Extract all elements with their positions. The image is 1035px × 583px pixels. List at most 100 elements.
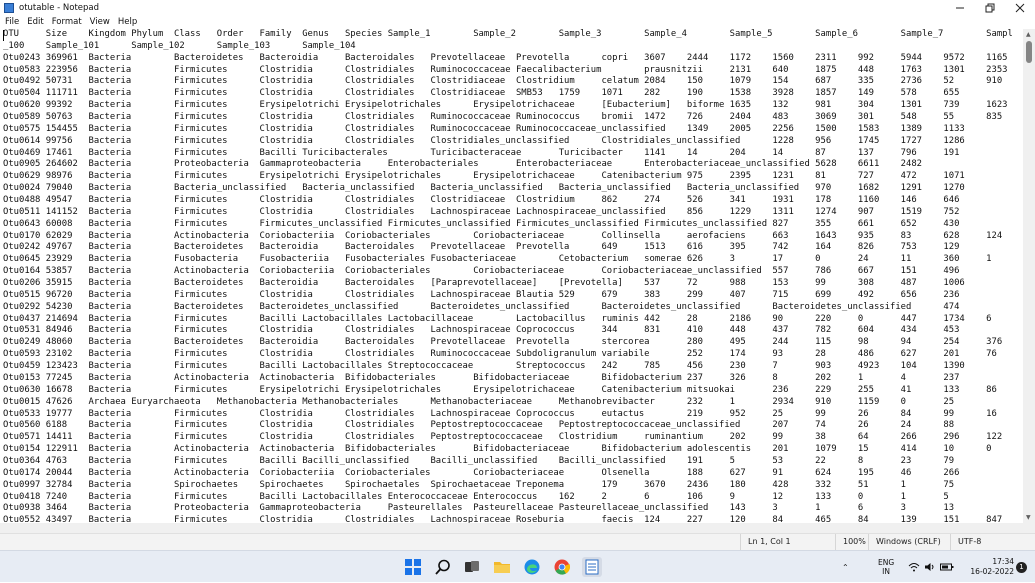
- chevron-up-icon[interactable]: ⌃: [842, 563, 849, 572]
- text-line: Otu0511 141152 Bacteria Firmicutes Clost…: [3, 206, 960, 217]
- text-line: Otu0630 16678 Bacteria Firmicutes Erysip…: [3, 384, 997, 395]
- text-line: Otu0997 32784 Bacteria Spirochaetes Spir…: [3, 479, 955, 490]
- clock-time: 17:34: [992, 557, 1014, 566]
- text-line: Otu0459 123423 Bacteria Firmicutes Bacil…: [3, 361, 965, 372]
- language-secondary: IN: [882, 567, 890, 576]
- file-explorer-icon: [494, 562, 510, 573]
- text-line: Otu0170 62029 Bacteria Actinobacteria Co…: [3, 230, 1003, 241]
- clock[interactable]: 17:34 16-02-2022: [970, 551, 1014, 583]
- menu-help[interactable]: Help: [114, 17, 141, 27]
- text-line: Otu0533 19777 Bacteria Firmicutes Clostr…: [3, 408, 997, 419]
- speaker-icon: [925, 563, 934, 571]
- network-indicator[interactable]: [908, 551, 920, 583]
- text-line: Otu0242 49767 Bacteria Bacteroidetes Bac…: [3, 242, 960, 253]
- maximize-button[interactable]: [975, 0, 1005, 15]
- text-line: OTU Size Kingdom Phylum Class Order Fami…: [3, 29, 1013, 39]
- notepad-icon: [4, 2, 14, 13]
- menu-view[interactable]: View: [86, 17, 114, 27]
- language-indicator[interactable]: ENG IN: [878, 551, 894, 583]
- text-caret: [3, 30, 4, 41]
- text-line: Otu0437 214694 Bacteria Firmicutes Bacil…: [3, 313, 992, 324]
- scroll-thumb[interactable]: [1026, 41, 1032, 63]
- menu-bar: File Edit Format View Help: [0, 15, 1035, 29]
- search-icon: [435, 559, 450, 575]
- text-line: Otu0206 35915 Bacteria Bacteroidetes Bac…: [3, 278, 965, 289]
- text-line: Otu0938 3464 Bacteria Proteobacteria Gam…: [3, 503, 955, 514]
- text-line: Otu0531 84946 Bacteria Firmicutes Clostr…: [3, 325, 960, 336]
- text-line: Otu0154 122911 Bacteria Actinobacteria A…: [3, 444, 992, 455]
- text-line: Otu0552 43497 Bacteria Firmicutes Clostr…: [3, 515, 1003, 523]
- menu-file[interactable]: File: [0, 17, 23, 27]
- text-line: _100 Sample_101 Sample_102 Sample_103 Sa…: [3, 40, 356, 51]
- text-line: Otu0024 79040 Bacteria Bacteria_unclassi…: [3, 183, 965, 194]
- notification-button[interactable]: 1: [1016, 551, 1027, 583]
- title-bar: otutable - Notepad: [0, 0, 1035, 15]
- text-line: Otu0292 54230 Bacteria Bacteroidetes Bac…: [3, 301, 960, 312]
- edge-button[interactable]: [522, 557, 542, 577]
- encoding: UTF-8: [950, 534, 1018, 550]
- text-line: Otu0153 77245 Bacteria Actinobacteria Ac…: [3, 372, 960, 383]
- text-line: Otu0174 20044 Bacteria Actinobacteria Co…: [3, 467, 960, 478]
- text-line: Otu0492 50731 Bacteria Firmicutes Clostr…: [3, 76, 1003, 87]
- cursor-position: Ln 1, Col 1: [740, 534, 828, 550]
- menu-format[interactable]: Format: [48, 17, 86, 27]
- task-view-button[interactable]: [462, 557, 482, 577]
- chrome-button[interactable]: [552, 557, 572, 577]
- menu-edit[interactable]: Edit: [23, 17, 47, 27]
- windows-start-button[interactable]: [403, 557, 423, 577]
- clock-date: 16-02-2022: [970, 567, 1014, 576]
- text-line: Otu0249 48060 Bacteria Bacteroidetes Bac…: [3, 337, 1003, 348]
- window-title: otutable - Notepad: [19, 2, 100, 13]
- close-button[interactable]: [1005, 0, 1035, 15]
- text-line: Otu0418 7240 Bacteria Firmicutes Bacilli…: [3, 491, 949, 502]
- text-line: Otu0593 23102 Bacteria Firmicutes Clostr…: [3, 349, 997, 360]
- text-line: Otu0015 47626 Archaea Euryarchaeota Meth…: [3, 396, 955, 407]
- text-line: Otu0589 50763 Bacteria Firmicutes Clostr…: [3, 112, 1003, 123]
- text-line: Otu0645 23929 Bacteria Fusobacteria Fuso…: [3, 254, 992, 265]
- text-line: Otu0560 6188 Bacteria Firmicutes Clostri…: [3, 420, 955, 431]
- minimize-icon: [956, 7, 964, 8]
- search-button[interactable]: [433, 557, 453, 577]
- text-line: Otu0469 17461 Bacteria Firmicutes Bacill…: [3, 147, 960, 158]
- text-line: Otu0629 98976 Bacteria Firmicutes Erysip…: [3, 171, 965, 182]
- text-line: Otu0571 14411 Bacteria Firmicutes Clostr…: [3, 432, 1003, 443]
- text-line: Otu0488 49547 Bacteria Firmicutes Clostr…: [3, 195, 960, 206]
- text-line: Otu0905 264602 Bacteria Proteobacteria G…: [3, 159, 923, 170]
- volume-indicator[interactable]: [924, 551, 936, 583]
- file-explorer-button[interactable]: [492, 557, 512, 577]
- status-bar: Ln 1, Col 1 100% Windows (CRLF) UTF-8: [0, 533, 1035, 550]
- system-tray: ⌃: [842, 551, 849, 583]
- text-line: Otu0504 111711 Bacteria Firmicutes Clost…: [3, 88, 960, 99]
- scroll-down-icon[interactable]: ▼: [1026, 514, 1031, 521]
- battery-icon: [940, 563, 954, 571]
- text-line: Otu0164 53857 Bacteria Actinobacteria Co…: [3, 266, 960, 277]
- notepad-taskbar-button[interactable]: [582, 557, 602, 577]
- language-primary: ENG: [878, 558, 895, 567]
- text-line: Otu0243 369961 Bacteria Bacteroidetes Ba…: [3, 52, 1008, 63]
- close-icon: [1015, 3, 1025, 12]
- scrollbar-corner: [1023, 523, 1035, 533]
- windows-start-icon: [405, 559, 421, 575]
- vertical-scrollbar[interactable]: ▲ ▼: [1023, 29, 1035, 523]
- edge-icon: [524, 559, 540, 575]
- line-ending: Windows (CRLF): [868, 534, 956, 550]
- notification-badge: 1: [1016, 561, 1027, 573]
- text-line: Otu0614 99756 Bacteria Firmicutes Clostr…: [3, 135, 965, 146]
- text-line: Otu0515 96720 Bacteria Firmicutes Clostr…: [3, 289, 960, 300]
- chrome-icon: [554, 559, 570, 575]
- window-controls: [945, 0, 1035, 15]
- maximize-icon: [985, 3, 995, 12]
- battery-indicator[interactable]: [940, 551, 954, 583]
- text-editor[interactable]: OTU Size Kingdom Phylum Class Order Fami…: [0, 29, 1023, 523]
- text-line: Otu0575 154455 Bacteria Firmicutes Clost…: [3, 123, 965, 134]
- editor-content: OTU Size Kingdom Phylum Class Order Fami…: [3, 29, 1013, 523]
- minimize-button[interactable]: [945, 0, 975, 15]
- text-line: Otu0583 223956 Bacteria Firmicutes Clost…: [3, 64, 1008, 75]
- text-line: Otu0364 4763 Bacteria Firmicutes Bacilli…: [3, 455, 955, 466]
- horizontal-scrollbar[interactable]: [0, 523, 1023, 533]
- text-line: Otu0643 60008 Bacteria Firmicutes Firmic…: [3, 218, 960, 229]
- taskbar: ⌃ ENG IN 17:34 16-02-2022 1: [0, 550, 1035, 582]
- notepad-icon: [585, 559, 599, 575]
- scroll-up-icon[interactable]: ▲: [1026, 31, 1031, 38]
- text-line: Otu0620 99392 Bacteria Firmicutes Erysip…: [3, 100, 1008, 111]
